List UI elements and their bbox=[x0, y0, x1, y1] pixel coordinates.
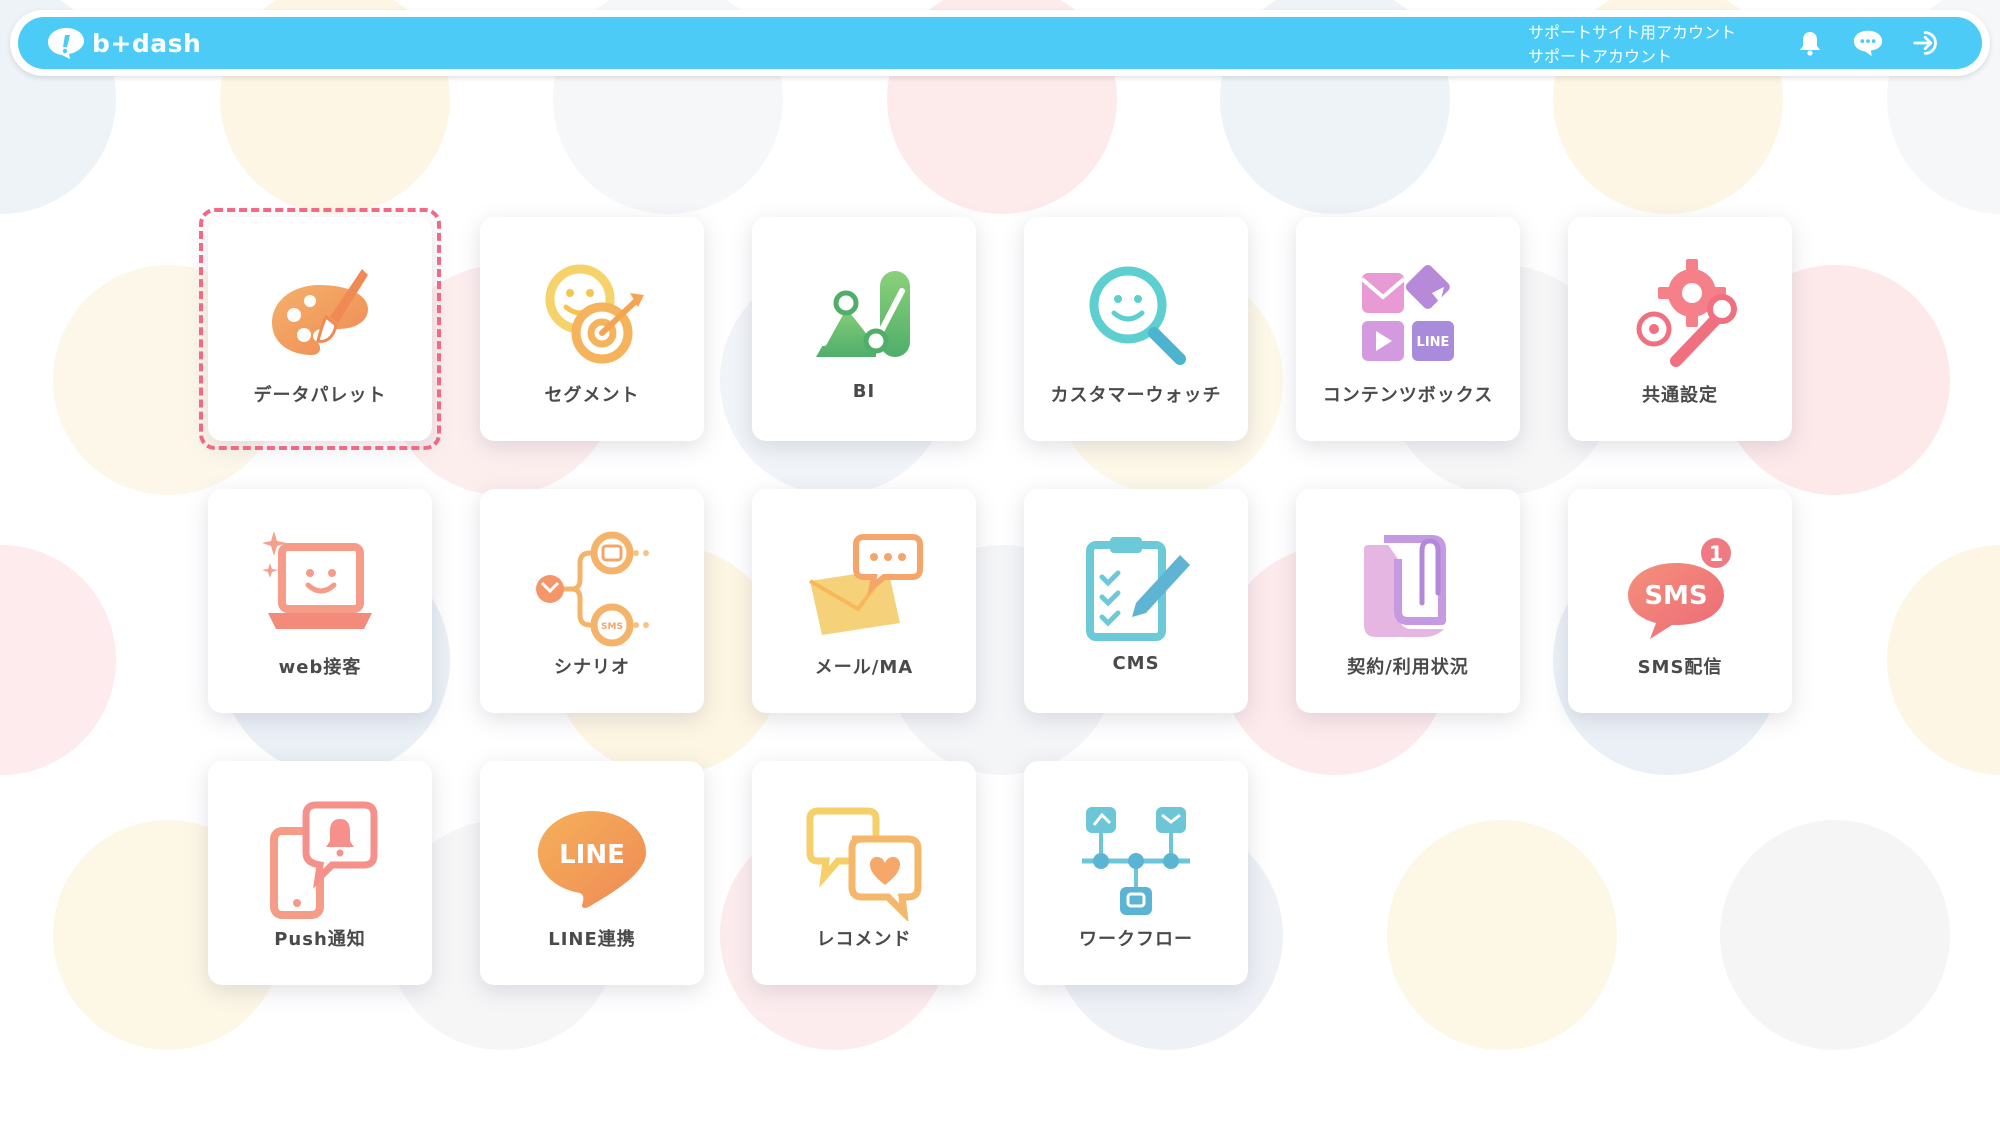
gear-wrench-icon bbox=[1636, 259, 1737, 367]
app-tile-web-reception[interactable]: web接客 bbox=[208, 489, 432, 713]
chart-analytics-icon bbox=[816, 271, 910, 357]
app-tile-common-settings[interactable]: 共通設定 bbox=[1568, 217, 1792, 441]
app-label: BI bbox=[852, 381, 876, 402]
logo-bubble-icon bbox=[48, 28, 84, 59]
app-label: ワークフロー bbox=[1079, 929, 1193, 950]
app-label: セグメント bbox=[544, 385, 640, 406]
notification-button[interactable] bbox=[1794, 27, 1826, 59]
bg-circle bbox=[1387, 820, 1617, 1050]
chat-button[interactable] bbox=[1852, 27, 1884, 59]
line-text: LINE bbox=[559, 840, 625, 870]
chat-heart-icon bbox=[806, 807, 922, 921]
app-tile-segment[interactable]: セグメント bbox=[480, 217, 704, 441]
account-user-name: サポートアカウント bbox=[1528, 47, 1673, 66]
sms-bubble-icon: SMS 1 bbox=[1628, 534, 1735, 639]
smiley-target-icon bbox=[545, 264, 644, 364]
account-info: サポートサイト用アカウント サポートアカウント bbox=[1528, 21, 1736, 69]
phone-bell-icon bbox=[270, 801, 378, 919]
smiley-magnifier-icon bbox=[1089, 266, 1186, 365]
content-blocks-icon: LINE bbox=[1360, 264, 1454, 361]
app-label: シナリオ bbox=[554, 657, 630, 678]
app-label: 共通設定 bbox=[1642, 385, 1718, 406]
logo-text: b+dash bbox=[92, 28, 202, 58]
documents-clip-icon bbox=[1364, 535, 1446, 637]
workflow-nodes-icon bbox=[1082, 807, 1190, 915]
app-label: メール/MA bbox=[814, 657, 914, 678]
app-label: LINE連携 bbox=[548, 929, 636, 950]
launcher-page: b+dash サポートサイト用アカウント サポートアカウント データパレット セ… bbox=[0, 0, 2000, 1125]
app-label: カスタマーウォッチ bbox=[1050, 385, 1222, 406]
bg-circle bbox=[1720, 820, 1950, 1050]
header: b+dash サポートサイト用アカウント サポートアカウント bbox=[10, 10, 1990, 76]
scenario-flow-icon: SMS bbox=[536, 531, 649, 647]
laptop-smile-icon bbox=[262, 531, 372, 629]
chat-bubble-icon bbox=[1853, 30, 1883, 57]
app-label: Push通知 bbox=[274, 929, 366, 950]
bg-circle bbox=[0, 545, 116, 775]
envelope-chat-icon bbox=[808, 534, 923, 635]
app-tile-recommend[interactable]: レコメンド bbox=[752, 761, 976, 985]
bg-circle bbox=[1887, 545, 2000, 775]
app-label: CMS bbox=[1112, 653, 1160, 674]
app-tile-cms[interactable]: CMS bbox=[1024, 489, 1248, 713]
clipboard-pencil-icon bbox=[1086, 537, 1190, 641]
sms-badge-count: 1 bbox=[1709, 542, 1724, 566]
app-label: コンテンツボックス bbox=[1322, 385, 1494, 406]
line-mini-text: LINE bbox=[1417, 335, 1450, 350]
bell-icon bbox=[1800, 32, 1820, 56]
sms-text: SMS bbox=[1644, 581, 1707, 611]
app-tile-line-integration[interactable]: LINE LINE連携 bbox=[480, 761, 704, 985]
app-label: SMS配信 bbox=[1637, 657, 1723, 678]
paint-palette-icon bbox=[272, 269, 368, 355]
sms-mini-text: SMS bbox=[601, 622, 623, 632]
app-label: 契約/利用状況 bbox=[1347, 657, 1469, 678]
app-tile-customer-watch[interactable]: カスタマーウォッチ bbox=[1024, 217, 1248, 441]
app-tile-sms-delivery[interactable]: SMS 1 SMS配信 bbox=[1568, 489, 1792, 713]
logo[interactable]: b+dash bbox=[46, 24, 201, 62]
app-tile-contract-usage[interactable]: 契約/利用状況 bbox=[1296, 489, 1520, 713]
app-tile-push-notification[interactable]: Push通知 bbox=[208, 761, 432, 985]
line-bubble-icon: LINE bbox=[538, 811, 646, 908]
app-tile-bi[interactable]: BI bbox=[752, 217, 976, 441]
app-label: レコメンド bbox=[816, 929, 912, 950]
account-site-name: サポートサイト用アカウント bbox=[1528, 23, 1737, 42]
app-tile-workflow[interactable]: ワークフロー bbox=[1024, 761, 1248, 985]
app-label: データパレット bbox=[253, 385, 387, 406]
app-tile-content-box[interactable]: LINE コンテンツボックス bbox=[1296, 217, 1520, 441]
logout-button[interactable] bbox=[1912, 27, 1944, 59]
app-tile-mail-ma[interactable]: メール/MA bbox=[752, 489, 976, 713]
header-bar: b+dash サポートサイト用アカウント サポートアカウント bbox=[18, 17, 1982, 69]
app-tile-scenario[interactable]: SMS シナリオ bbox=[480, 489, 704, 713]
logout-icon bbox=[1913, 31, 1937, 55]
app-label: web接客 bbox=[278, 657, 362, 678]
app-tile-data-palette[interactable]: データパレット bbox=[199, 208, 441, 450]
